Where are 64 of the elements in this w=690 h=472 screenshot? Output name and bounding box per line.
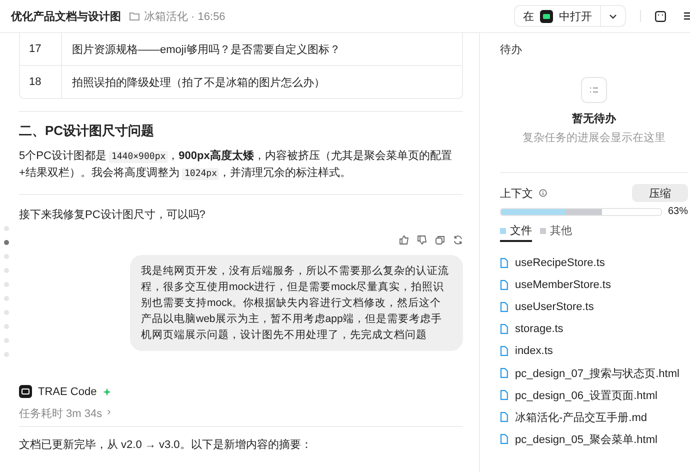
todo-list-icon [581,77,607,103]
timeline-dot[interactable] [4,338,9,343]
timeline-dot[interactable] [4,254,9,259]
file-item[interactable]: useUserStore.ts [500,300,688,314]
timeline-dot[interactable] [4,310,9,315]
timeline-dot[interactable] [4,296,9,301]
timeline-dot[interactable] [4,324,9,329]
list-icon[interactable] [684,11,690,21]
open-in-button[interactable]: 在 中打开 [514,5,626,27]
file-icon [500,302,508,312]
file-icon [500,258,508,268]
file-item[interactable]: 冰箱活化-产品交互手册.md [500,410,688,424]
table-cell-text: 图片资源规格——emoji够用吗？是否需要自定义图标？ [71,42,340,56]
file-icon [500,412,508,422]
table-cell-text: 拍照误拍的降级处理（拍了不是冰箱的图片怎么办） [71,76,325,90]
thumbs-up-icon[interactable] [399,235,409,245]
folder-icon [129,11,140,21]
empty-title: 暂无待办 [572,112,616,126]
chat-title: 优化产品文档与设计图 [11,10,121,24]
file-icon [500,434,508,444]
file-item[interactable]: pc_design_05_聚会菜单.html [500,432,688,446]
timeline-dot[interactable] [4,240,9,245]
panel-icon[interactable] [655,10,666,22]
table-cell: 18 [20,66,62,98]
file-item[interactable]: pc_design_07_搜索与状态页.html [500,366,688,380]
copy-icon[interactable] [435,235,445,245]
timeline-dot[interactable] [4,226,9,231]
file-icon [500,324,508,334]
file-item[interactable]: pc_design_06_设置页面.html [500,388,688,402]
file-icon [500,346,508,356]
file-item[interactable]: index.ts [500,344,688,358]
usage-percent: 63% [668,206,688,217]
thumbs-down-icon[interactable] [417,235,427,245]
timeline-dot[interactable] [4,352,9,357]
summary-text: 文档已更新完毕，从 v2.0 → v3.0。以下是新增内容的摘要： [19,438,313,452]
duration-text: 任务耗时 3m 34s [19,407,102,421]
project-label: 冰箱活化 · 16:56 [144,10,226,24]
info-icon[interactable] [539,189,547,197]
sparkle-icon [102,388,111,396]
file-icon [500,280,508,290]
file-icon [500,390,508,400]
question-text: 接下来我修复PC设计图尺寸，可以吗? [19,208,206,222]
todo-title: 待办 [500,43,523,57]
timeline-dot[interactable] [4,268,9,273]
file-item[interactable]: useMemberStore.ts [500,278,688,292]
caret-icon [609,14,617,18]
paragraph: 5个PC设计图都是 1440×900px ，900px高度太矮，内容被挤压（尤其是聚会菜单页的配置+结果双栏）。我会将高度调整为 1024px ，并清理冗余的标注样式。 [19,148,453,182]
terminal-icon [540,10,553,22]
section-heading: 二、PC设计图尺寸问题 [19,122,156,140]
agent-logo-icon [19,385,32,398]
refresh-icon[interactable] [453,235,463,245]
context-tab[interactable]: 文件 [500,221,532,242]
agent-name: TRAE Code [38,386,97,398]
file-item[interactable]: useRecipeStore.ts [500,256,688,270]
empty-hint: 复杂任务的进展会显示在这里 [522,130,666,145]
file-item[interactable]: storage.ts [500,322,688,336]
file-icon [500,368,508,378]
compress-button[interactable]: 压缩 [632,184,688,202]
context-tab[interactable]: 其他 [540,221,572,242]
expand-caret[interactable]: › [107,406,111,421]
table-cell: 17 [20,33,62,65]
timeline-dot[interactable] [4,282,9,287]
context-title: 上下文 [500,186,533,200]
user-message: 我是纯网页开发，没有后端服务，所以不需要那么复杂的认证流程，很多交互使用mock进行，但是需要mock尽量真实，拍照识别也需要支持mock。你根据缺失内容进行文档修改，然后这个产品以电脑web展示为主，暂不用考虑app端，但是需要考虑手机网页端展示问题，设计图先不用处理了，先完成文档问题 [130,255,463,351]
